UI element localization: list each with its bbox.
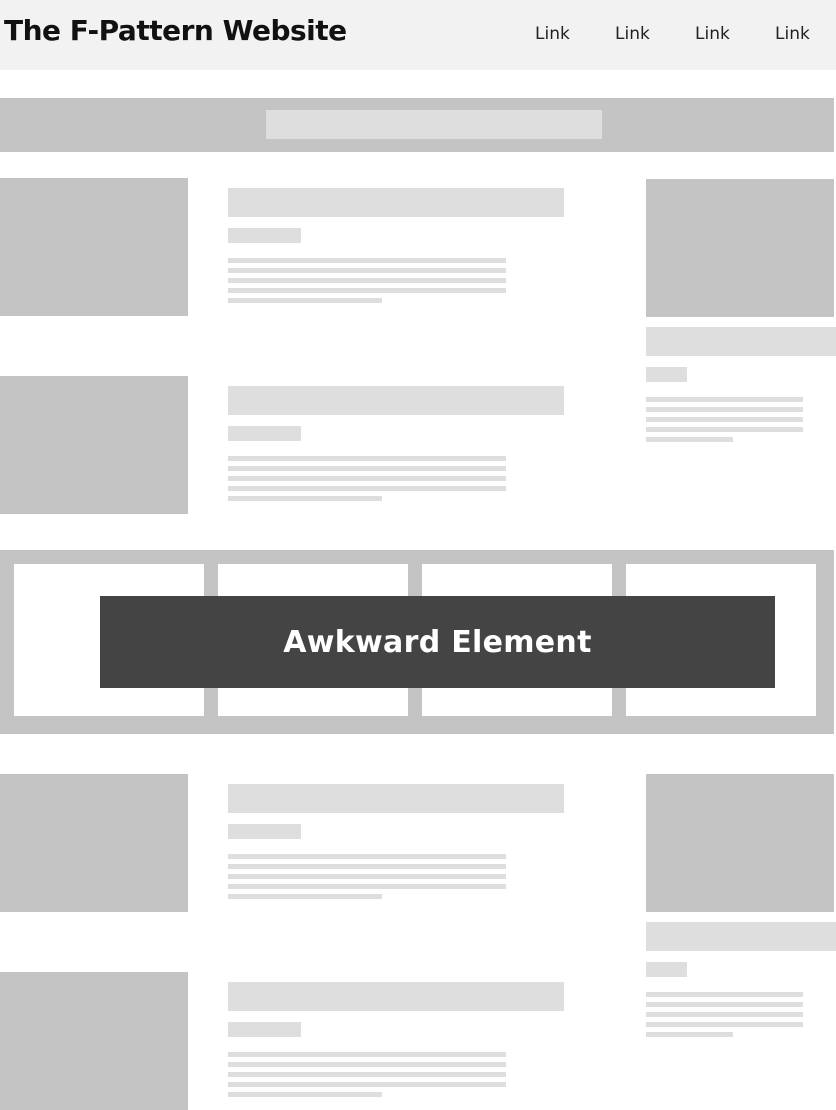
- banner-placeholder-bar: [266, 110, 602, 139]
- article-image: [0, 376, 188, 514]
- article-text-line: [228, 496, 382, 501]
- article-meta-placeholder: [228, 1022, 301, 1037]
- article-text-line: [228, 884, 506, 889]
- nav-link-3[interactable]: Link: [695, 24, 730, 44]
- sidebar-text-line: [646, 427, 803, 432]
- awkward-element-label: Awkward Element: [283, 624, 592, 660]
- sidebar-text-line: [646, 1022, 803, 1027]
- article-text-line: [228, 278, 506, 283]
- article-text-line: [228, 476, 506, 481]
- article-text-line: [228, 894, 382, 899]
- article-text-line: [228, 1062, 506, 1067]
- article-text-line: [228, 864, 506, 869]
- article-text-line: [228, 466, 506, 471]
- nav-link-4[interactable]: Link: [775, 24, 810, 44]
- sidebar-text-line: [646, 437, 733, 442]
- sidebar-title-placeholder: [646, 327, 836, 356]
- article-image: [0, 774, 188, 912]
- sidebar-meta-placeholder: [646, 962, 687, 977]
- sidebar-title-placeholder: [646, 922, 836, 951]
- article-text-line: [228, 874, 506, 879]
- article-text-line: [228, 268, 506, 273]
- sidebar-meta-placeholder: [646, 367, 687, 382]
- sidebar-text-line: [646, 407, 803, 412]
- hero-banner: [0, 98, 834, 152]
- sidebar-text-line: [646, 1032, 733, 1037]
- article-meta-placeholder: [228, 824, 301, 839]
- article-text-line: [228, 1072, 506, 1077]
- nav-link-1[interactable]: Link: [535, 24, 570, 44]
- sidebar-text-line: [646, 1002, 803, 1007]
- sidebar-text-line: [646, 417, 803, 422]
- article-text-line: [228, 456, 506, 461]
- article-text-line: [228, 1092, 382, 1097]
- article-text-line: [228, 298, 382, 303]
- sidebar-image: [646, 774, 834, 912]
- site-title: The F-Pattern Website: [4, 14, 347, 47]
- article-text-line: [228, 1082, 506, 1087]
- article-title-placeholder: [228, 784, 564, 813]
- article-text-line: [228, 288, 506, 293]
- article-image: [0, 972, 188, 1110]
- site-header: The F-Pattern Website Link Link Link Lin…: [0, 0, 836, 70]
- article-text-line: [228, 486, 506, 491]
- sidebar-text-line: [646, 992, 803, 997]
- article-title-placeholder: [228, 188, 564, 217]
- article-meta-placeholder: [228, 426, 301, 441]
- nav-link-2[interactable]: Link: [615, 24, 650, 44]
- article-text-line: [228, 854, 506, 859]
- article-text-line: [228, 258, 506, 263]
- article-title-placeholder: [228, 386, 564, 415]
- sidebar-text-line: [646, 1012, 803, 1017]
- article-title-placeholder: [228, 982, 564, 1011]
- article-meta-placeholder: [228, 228, 301, 243]
- article-image: [0, 178, 188, 316]
- article-text-line: [228, 1052, 506, 1057]
- sidebar-text-line: [646, 397, 803, 402]
- sidebar-image: [646, 179, 834, 317]
- awkward-element: Awkward Element: [100, 596, 775, 688]
